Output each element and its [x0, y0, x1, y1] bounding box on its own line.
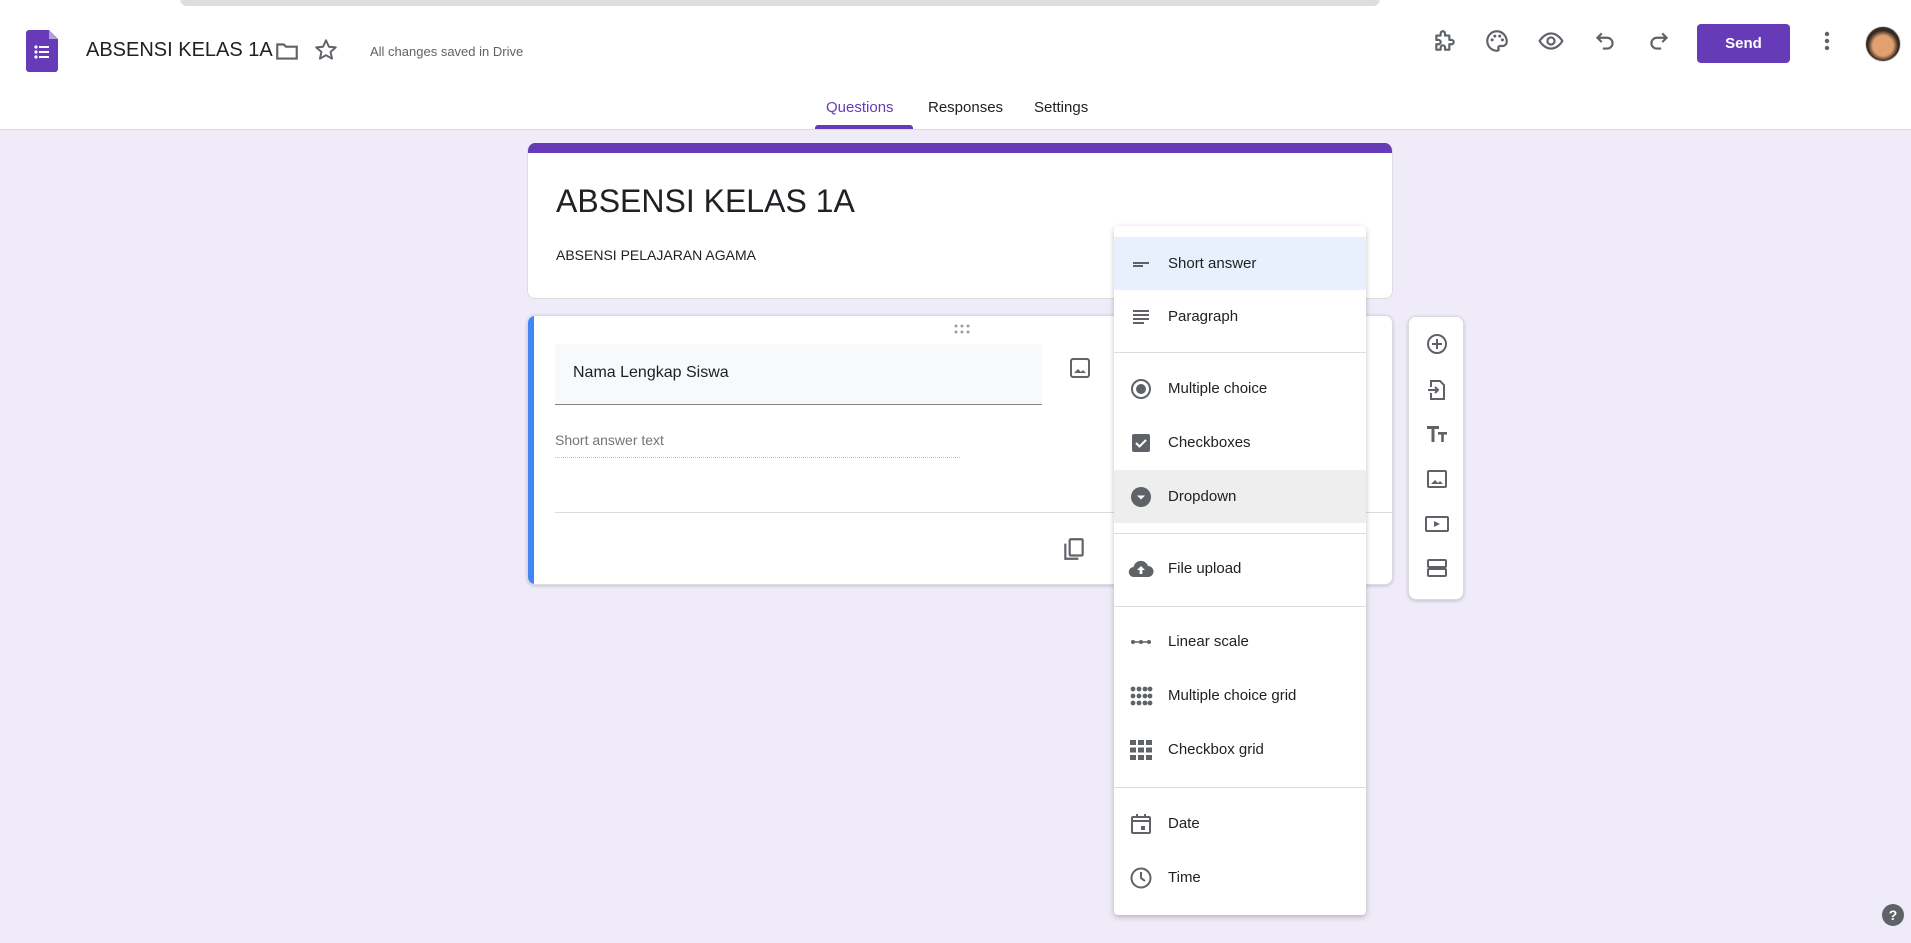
short-answer-icon	[1114, 252, 1168, 276]
menu-item-file-upload[interactable]: File upload	[1114, 542, 1366, 595]
radio-icon	[1114, 377, 1168, 401]
menu-divider	[1114, 606, 1366, 607]
checkbox-icon	[1114, 431, 1168, 455]
menu-divider	[1114, 787, 1366, 788]
menu-item-label: Date	[1168, 815, 1200, 832]
more-options-icon[interactable]	[1815, 28, 1839, 54]
question-title-text: Nama Lengkap Siswa	[573, 364, 729, 382]
add-section-icon[interactable]	[1423, 554, 1451, 582]
short-answer-placeholder: Short answer text	[555, 432, 664, 448]
drag-handle-icon[interactable]	[953, 324, 971, 334]
help-icon[interactable]: ?	[1882, 904, 1904, 926]
add-question-icon[interactable]	[1423, 330, 1451, 358]
tab-settings[interactable]: Settings	[1034, 99, 1088, 116]
question-title-input[interactable]: Nama Lengkap Siswa	[555, 344, 1042, 405]
menu-item-paragraph[interactable]: Paragraph	[1114, 290, 1366, 343]
menu-item-multiple-choice-grid[interactable]: Multiple choice grid	[1114, 669, 1366, 722]
menu-divider	[1114, 352, 1366, 353]
menu-item-label: Multiple choice	[1168, 380, 1267, 397]
clock-icon	[1114, 866, 1168, 890]
menu-item-checkboxes[interactable]: Checkboxes	[1114, 416, 1366, 469]
focus-indicator	[528, 316, 534, 585]
menu-item-label: Checkbox grid	[1168, 741, 1264, 758]
menu-item-label: Dropdown	[1168, 488, 1236, 505]
menu-item-label: Paragraph	[1168, 308, 1238, 325]
duplicate-icon[interactable]	[1061, 536, 1087, 562]
linear-scale-icon	[1114, 630, 1168, 654]
menu-item-label: Checkboxes	[1168, 434, 1251, 451]
palette-icon[interactable]	[1484, 28, 1510, 54]
save-status: All changes saved in Drive	[370, 44, 523, 59]
add-video-icon[interactable]	[1423, 510, 1451, 538]
send-button[interactable]: Send	[1697, 24, 1790, 63]
user-avatar[interactable]	[1865, 26, 1901, 62]
cloud-upload-icon	[1114, 557, 1168, 581]
calendar-icon	[1114, 812, 1168, 836]
paragraph-icon	[1114, 305, 1168, 329]
menu-item-label: Short answer	[1168, 255, 1256, 272]
document-title[interactable]: ABSENSI KELAS 1A	[86, 39, 273, 62]
accent-bar	[528, 143, 1393, 153]
menu-item-checkbox-grid[interactable]: Checkbox grid	[1114, 723, 1366, 776]
menu-item-multiple-choice[interactable]: Multiple choice	[1114, 362, 1366, 415]
menu-item-dropdown[interactable]: Dropdown	[1114, 470, 1366, 523]
star-icon[interactable]	[313, 37, 339, 63]
undo-icon[interactable]	[1592, 28, 1618, 54]
form-description[interactable]: ABSENSI PELAJARAN AGAMA	[556, 247, 756, 263]
menu-item-label: File upload	[1168, 560, 1241, 577]
menu-item-label: Time	[1168, 869, 1201, 886]
add-image-icon[interactable]	[1068, 356, 1092, 380]
question-type-menu: Short answer Paragraph Multiple choice C…	[1114, 226, 1366, 915]
browser-strip	[0, 0, 1911, 10]
menu-item-time[interactable]: Time	[1114, 851, 1366, 904]
tab-responses[interactable]: Responses	[928, 99, 1003, 116]
menu-item-label: Multiple choice grid	[1168, 687, 1296, 704]
active-tab-indicator	[815, 125, 913, 129]
menu-item-label: Linear scale	[1168, 633, 1249, 650]
menu-item-linear-scale[interactable]: Linear scale	[1114, 615, 1366, 668]
import-questions-icon[interactable]	[1423, 376, 1451, 404]
folder-icon[interactable]	[274, 38, 300, 64]
dots-grid-icon	[1114, 684, 1168, 708]
dropdown-icon	[1114, 485, 1168, 509]
app-header: ABSENSI KELAS 1A All changes saved in Dr…	[0, 10, 1911, 130]
redo-icon[interactable]	[1646, 28, 1672, 54]
answer-underline	[555, 457, 960, 458]
square-grid-icon	[1114, 738, 1168, 762]
add-title-text-icon[interactable]	[1423, 420, 1451, 448]
tab-questions[interactable]: Questions	[826, 99, 894, 116]
form-title[interactable]: ABSENSI KELAS 1A	[556, 183, 855, 220]
menu-item-short-answer[interactable]: Short answer	[1114, 237, 1366, 290]
menu-divider	[1114, 533, 1366, 534]
menu-item-date[interactable]: Date	[1114, 797, 1366, 850]
add-image-icon[interactable]	[1423, 465, 1451, 493]
forms-logo-icon[interactable]	[26, 30, 58, 72]
addons-puzzle-icon[interactable]	[1432, 28, 1458, 54]
preview-eye-icon[interactable]	[1538, 28, 1564, 54]
floating-toolbar	[1408, 316, 1464, 600]
svg-text:?: ?	[1889, 907, 1898, 923]
